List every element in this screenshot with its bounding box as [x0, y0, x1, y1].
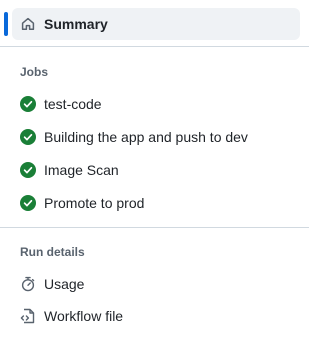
check-circle-fill-icon	[20, 96, 36, 112]
divider	[0, 227, 309, 228]
job-item-promote-to-prod[interactable]: Promote to prod	[12, 187, 300, 219]
file-code-icon	[20, 308, 36, 324]
job-label: Image Scan	[44, 162, 119, 178]
check-circle-fill-icon	[20, 162, 36, 178]
jobs-heading: Jobs	[20, 65, 49, 79]
job-label: Promote to prod	[44, 195, 145, 211]
check-circle-fill-icon	[20, 195, 36, 211]
job-label: test-code	[44, 96, 102, 112]
check-circle-fill-icon	[20, 129, 36, 145]
job-item-build-and-push[interactable]: Building the app and push to dev	[12, 121, 300, 153]
job-item-test-code[interactable]: test-code	[12, 88, 300, 120]
workflow-file-link[interactable]: Workflow file	[12, 300, 300, 332]
summary-label: Summary	[44, 16, 108, 32]
usage-link[interactable]: Usage	[12, 268, 300, 300]
workflow-run-sidebar: Summary Jobs test-code Building the app …	[0, 0, 329, 350]
usage-label: Usage	[44, 276, 85, 292]
job-item-image-scan[interactable]: Image Scan	[12, 154, 300, 186]
divider	[0, 46, 309, 47]
stopwatch-icon	[20, 276, 36, 292]
active-indicator	[4, 12, 8, 36]
home-icon	[20, 16, 36, 32]
summary-link[interactable]: Summary	[12, 8, 300, 40]
workflow-file-label: Workflow file	[44, 308, 124, 324]
job-label: Building the app and push to dev	[44, 129, 248, 145]
run-details-heading: Run details	[20, 245, 85, 259]
